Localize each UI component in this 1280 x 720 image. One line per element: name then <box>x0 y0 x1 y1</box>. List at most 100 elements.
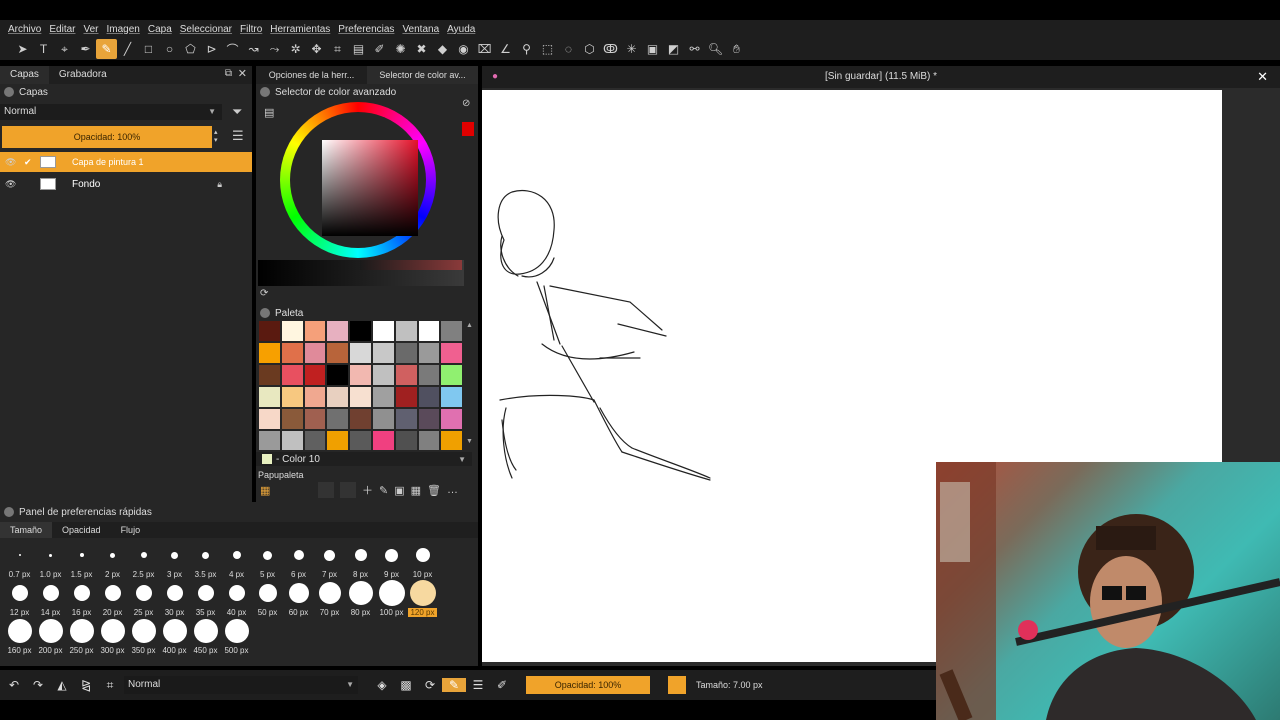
palette-swatch[interactable] <box>280 386 304 408</box>
brush-blend-select[interactable]: Normal ▼ <box>124 676 358 694</box>
scroll-up-icon[interactable]: ▲ <box>466 322 473 329</box>
crop-icon[interactable]: ⌗ <box>327 39 348 59</box>
menu-ventana[interactable]: Ventana <box>402 24 439 35</box>
brush-size-option[interactable]: 200 px <box>35 618 66 655</box>
filter-icon[interactable]: ⏷ <box>232 104 242 120</box>
brush-size-option[interactable]: 14 px <box>35 580 66 617</box>
dynamic-brush-icon[interactable]: ⤳ <box>264 39 285 59</box>
brush-preset-icon[interactable]: ✎ <box>442 678 466 692</box>
palette-swatch[interactable] <box>326 386 350 408</box>
brush-size-option[interactable]: 0.7 px <box>4 542 35 579</box>
palette-swatch[interactable] <box>394 408 418 430</box>
eye-icon[interactable]: 👁︎ <box>5 179 16 190</box>
ellipse-icon[interactable]: ○ <box>159 39 180 59</box>
palette-swatch[interactable] <box>258 342 281 364</box>
palette-swatch[interactable] <box>371 408 395 430</box>
palette-swatch[interactable] <box>394 386 418 408</box>
similar-select-icon[interactable]: ▣ <box>642 39 663 59</box>
palette-swatch[interactable] <box>440 386 464 408</box>
tab-capas[interactable]: Capas <box>0 66 49 84</box>
polygon-select-icon[interactable]: ⬡ <box>579 39 600 59</box>
panel-menu-icon[interactable] <box>260 308 270 318</box>
menu-herramientas[interactable]: Herramientas <box>270 24 330 35</box>
save-icon[interactable]: ▣ <box>394 484 404 497</box>
scroll-down-icon[interactable]: ▼ <box>466 438 473 445</box>
brush-size-option[interactable]: 35 px <box>190 580 221 617</box>
palette-swatch[interactable] <box>326 342 350 364</box>
measure-icon[interactable]: ∠ <box>495 39 516 59</box>
no-color-icon[interactable]: ⊘ <box>462 98 470 109</box>
menu-filtro[interactable]: Filtro <box>240 24 262 35</box>
assistant-icon[interactable]: ⌧ <box>474 39 495 59</box>
brush-preview-icon[interactable]: ✐ <box>490 678 514 692</box>
bezier-icon[interactable]: ⌒ <box>222 39 243 59</box>
float-icon[interactable]: ⧉ <box>225 68 232 79</box>
current-color-swatch[interactable] <box>462 122 474 136</box>
undo-icon[interactable]: ↶ <box>2 678 26 692</box>
brush-size-option[interactable]: 60 px <box>283 580 314 617</box>
brush-size-option[interactable]: 70 px <box>314 580 345 617</box>
brush-size-option[interactable]: 20 px <box>97 580 128 617</box>
menu-editar[interactable]: Editar <box>49 24 75 35</box>
smart-patch-icon[interactable]: ✖ <box>411 39 432 59</box>
layer-opacity-slider[interactable]: Opacidad: 100% <box>2 126 212 148</box>
brush-size-option[interactable]: 50 px <box>252 580 283 617</box>
palette-swatch[interactable] <box>417 342 441 364</box>
panel-menu-icon[interactable] <box>4 507 14 517</box>
freehand-select-icon[interactable]: ↂ <box>600 39 621 59</box>
zoom-icon[interactable]: 🔍︎ <box>705 39 726 59</box>
brush-size-option[interactable]: 80 px <box>345 580 376 617</box>
palette-swatch[interactable] <box>440 408 464 430</box>
palette-swatch[interactable] <box>371 364 395 386</box>
palette-swatch[interactable] <box>371 342 395 364</box>
palette-swatch[interactable] <box>417 364 441 386</box>
mirror-horizontal-icon[interactable]: ◭ <box>50 678 74 692</box>
calligraphy-icon[interactable]: ✒ <box>75 39 96 59</box>
close-icon[interactable]: ✕ <box>1257 66 1268 88</box>
polygon-icon[interactable]: ⬠ <box>180 39 201 59</box>
brush-size-option[interactable]: 8 px <box>345 542 376 579</box>
fill-icon[interactable]: ◆ <box>432 39 453 59</box>
menu-ayuda[interactable]: Ayuda <box>447 24 475 35</box>
palette-swatch[interactable] <box>394 320 418 342</box>
brush-size-option[interactable]: 6 px <box>283 542 314 579</box>
edit-shape-icon[interactable]: ⌖ <box>54 39 75 59</box>
move-icon[interactable]: ✥ <box>306 39 327 59</box>
palette-swatch[interactable] <box>303 342 327 364</box>
brush-size-option[interactable]: 350 px <box>128 618 159 655</box>
palette-swatch[interactable] <box>371 386 395 408</box>
palette-swatch[interactable] <box>440 364 464 386</box>
hamburger-icon[interactable]: ☰ <box>232 128 244 144</box>
redo-icon[interactable]: ↷ <box>26 678 50 692</box>
brush-size-option[interactable]: 16 px <box>66 580 97 617</box>
pan-icon[interactable]: ✋︎ <box>726 39 747 59</box>
palette-swatch[interactable] <box>258 386 281 408</box>
palette-swatch[interactable] <box>417 320 441 342</box>
add-icon[interactable]: ＋ <box>362 482 373 498</box>
rectangle-icon[interactable]: □ <box>138 39 159 59</box>
palette-swatch[interactable] <box>280 320 304 342</box>
palette-swatch[interactable] <box>303 430 327 450</box>
palette-swatch[interactable] <box>349 408 372 430</box>
palette-swatch[interactable] <box>394 364 418 386</box>
menu-seleccionar[interactable]: Seleccionar <box>180 24 232 35</box>
palette-swatch[interactable] <box>349 430 372 450</box>
layer-row[interactable]: 👁︎ ✔ Capa de pintura 1 <box>0 152 252 172</box>
palette-swatch[interactable] <box>349 364 372 386</box>
brush-size-option[interactable]: 300 px <box>97 618 128 655</box>
palette-swatch[interactable] <box>303 320 327 342</box>
layer-row[interactable]: 👁︎ Fondo 🔒︎ <box>0 174 252 194</box>
foreground-color-swatch[interactable] <box>668 676 686 694</box>
palette-swatch[interactable] <box>349 320 372 342</box>
wrap-icon[interactable]: ⌗ <box>98 678 122 693</box>
palette-swatch[interactable] <box>349 386 372 408</box>
menu-preferencias[interactable]: Preferencias <box>338 24 394 35</box>
brush-size-option[interactable]: 120 px <box>407 580 438 617</box>
brush-icon[interactable]: ✎ <box>96 39 117 59</box>
tab-opacidad[interactable]: Opacidad <box>52 522 111 538</box>
tab-advanced-color[interactable]: Selector de color av... <box>367 66 478 84</box>
color-sampler-icon[interactable]: ✐ <box>369 39 390 59</box>
brush-size-option[interactable]: 3 px <box>159 542 190 579</box>
palette-swatch[interactable] <box>417 430 441 450</box>
reload-preset-icon[interactable]: ⟳ <box>418 678 442 692</box>
